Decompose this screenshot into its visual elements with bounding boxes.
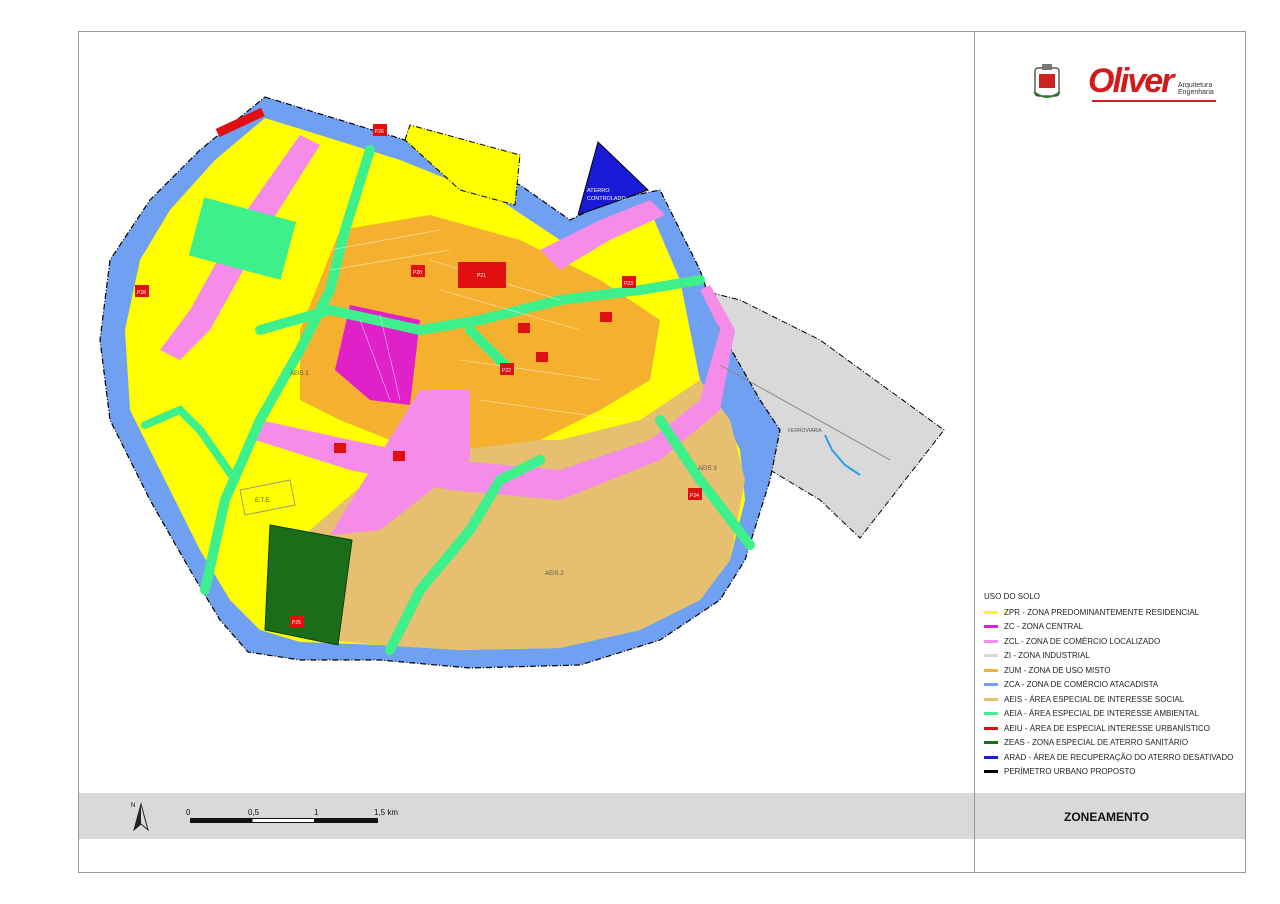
legend-swatch xyxy=(984,683,998,687)
logo-underline xyxy=(1092,100,1216,102)
marker-p19 xyxy=(334,443,346,453)
company-sub: Arquitetura Engenharia xyxy=(1178,82,1214,96)
north-arrow-icon: N xyxy=(131,802,149,832)
title-bar-divider xyxy=(974,793,975,873)
legend-item: ZI - ZONA INDUSTRIAL xyxy=(984,649,1240,664)
label-aterro-1: ATERRO xyxy=(587,188,610,194)
legend-item: ZCA - ZONA DE COMÉRCIO ATACADISTA xyxy=(984,678,1240,693)
label-aeis3: AEIS 3 xyxy=(698,466,717,472)
legend-item: AEIU - ÁREA DE ESPECIAL INTERESSE URBANÍ… xyxy=(984,721,1240,736)
legend-item: AEIA - ÁREA ESPECIAL DE INTERESSE AMBIEN… xyxy=(984,707,1240,722)
legend-label: ZEAS - ZONA ESPECIAL DE ATERRO SANITÁRIO xyxy=(1004,738,1189,748)
legend-label: ZCA - ZONA DE COMÉRCIO ATACADISTA xyxy=(1004,680,1159,690)
marker-p16 xyxy=(536,352,548,362)
legend-swatch xyxy=(984,668,998,672)
legend-item: ARAD - ÁREA DE RECUPERAÇÃO DO ATERRO DES… xyxy=(984,750,1240,765)
company-logo: Oliver xyxy=(1088,62,1174,100)
scale-bar: 0 0,5 1 1,5 km xyxy=(186,806,426,836)
legend-swatch xyxy=(984,770,998,774)
scale-tick-05: 0,5 xyxy=(248,808,260,817)
map-legend: USO DO SOLO ZPR - ZONA PREDOMINANTEMENTE… xyxy=(984,592,1240,779)
svg-text:P22: P22 xyxy=(502,368,511,374)
legend-items: ZPR - ZONA PREDOMINANTEMENTE RESIDENCIAL… xyxy=(984,605,1240,779)
legend-label: ZPR - ZONA PREDOMINANTEMENTE RESIDENCIAL xyxy=(1004,607,1200,617)
legend-item: ZC - ZONA CENTRAL xyxy=(984,620,1240,635)
legend-item: ZPR - ZONA PREDOMINANTEMENTE RESIDENCIAL xyxy=(984,605,1240,620)
scale-bar-graphic xyxy=(190,818,378,823)
legend-swatch xyxy=(984,712,998,716)
svg-text:P26: P26 xyxy=(375,129,384,135)
svg-text:P24: P24 xyxy=(690,493,699,499)
svg-text:P20: P20 xyxy=(413,270,422,276)
zoning-map: P26 P20 P28 P22 P23 P24 P25 P21 AEIS 2 A… xyxy=(99,96,945,669)
label-aeis2: AEIS 2 xyxy=(545,571,564,577)
legend-label: ZC - ZONA CENTRAL xyxy=(1004,622,1084,632)
legend-label: ARAD - ÁREA DE RECUPERAÇÃO DO ATERRO DES… xyxy=(1004,752,1234,762)
legend-item: ZEAS - ZONA ESPECIAL DE ATERRO SANITÁRIO xyxy=(984,736,1240,751)
svg-text:P25: P25 xyxy=(292,620,301,626)
legend-label: ZCL - ZONA DE COMÉRCIO LOCALIZADO xyxy=(1004,636,1161,646)
logos: Oliver Arquitetura Engenharia xyxy=(1030,60,1230,110)
municipal-crest-icon xyxy=(1033,64,1061,98)
legend-item: ZCL - ZONA DE COMÉRCIO LOCALIZADO xyxy=(984,634,1240,649)
legend-item: PERÍMETRO URBANO PROPOSTO xyxy=(984,765,1240,780)
label-aterro-2: CONTROLADO xyxy=(587,196,627,202)
marker-p18 xyxy=(393,451,405,461)
svg-text:P28: P28 xyxy=(137,290,146,296)
sidebar-divider xyxy=(974,31,975,793)
legend-swatch xyxy=(984,755,998,759)
legend-label: AEIU - ÁREA DE ESPECIAL INTERESSE URBANÍ… xyxy=(1004,723,1210,733)
legend-title: USO DO SOLO xyxy=(984,592,1041,601)
zone-zeas xyxy=(264,524,353,646)
legend-item: AEIS - ÁREA ESPECIAL DE INTERESSE SOCIAL xyxy=(984,692,1240,707)
legend-swatch xyxy=(984,610,998,614)
marker-p15 xyxy=(600,312,612,322)
label-ete: E.T.E. xyxy=(255,498,271,504)
legend-item: ZUM - ZONA DE USO MISTO xyxy=(984,663,1240,678)
legend-swatch xyxy=(984,654,998,658)
svg-text:N: N xyxy=(131,803,135,809)
legend-label: ZUM - ZONA DE USO MISTO xyxy=(1004,665,1111,675)
legend-label: ZI - ZONA INDUSTRIAL xyxy=(1004,651,1090,661)
legend-swatch xyxy=(984,639,998,643)
label-ferroviaria: FERROVIÁRIA xyxy=(788,427,823,434)
scale-tick-1: 1 xyxy=(314,808,319,817)
legend-label: AEIA - ÁREA ESPECIAL DE INTERESSE AMBIEN… xyxy=(1004,709,1199,719)
svg-text:P23: P23 xyxy=(624,281,633,287)
legend-swatch xyxy=(984,625,998,629)
marker-p17 xyxy=(518,323,530,333)
legend-swatch xyxy=(984,741,998,745)
legend-label: AEIS - ÁREA ESPECIAL DE INTERESSE SOCIAL xyxy=(1004,694,1185,704)
svg-text:P21: P21 xyxy=(477,273,486,279)
label-aeis1: AEIS 1 xyxy=(290,371,309,377)
map-title: ZONEAMENTO xyxy=(1064,810,1150,824)
scale-tick-0: 0 xyxy=(186,808,191,817)
legend-swatch xyxy=(984,726,998,730)
legend-swatch xyxy=(984,697,998,701)
legend-label: PERÍMETRO URBANO PROPOSTO xyxy=(1004,767,1136,777)
scale-tick-15: 1,5 km xyxy=(374,808,399,817)
